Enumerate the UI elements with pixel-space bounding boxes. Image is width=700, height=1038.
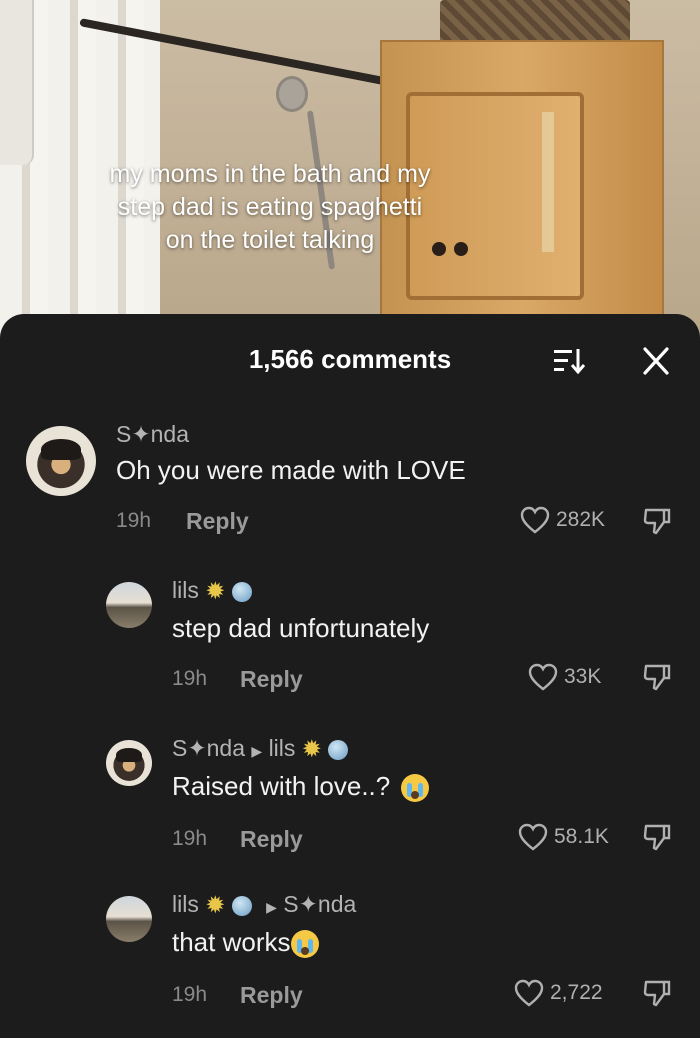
sort-icon[interactable]: [552, 346, 586, 376]
avatar[interactable]: [26, 426, 96, 496]
video-frame[interactable]: my moms in the bath and my step dad is e…: [0, 0, 700, 340]
caption-line: step dad is eating spaghetti: [117, 193, 423, 221]
reply-button[interactable]: Reply: [186, 508, 249, 534]
username-text: S✦nda: [172, 735, 245, 761]
dislike-icon[interactable]: [642, 978, 672, 1008]
comment-time: 19h: [172, 667, 208, 690]
heart-icon: [518, 823, 548, 851]
like-count: 58.1K: [554, 825, 609, 848]
reply-button[interactable]: Reply: [240, 982, 303, 1008]
comment-item: lils ✹ ▶ S✦nda that works 19h Reply 2,72…: [0, 890, 700, 1020]
like-count: 33K: [564, 665, 602, 688]
reply-button[interactable]: Reply: [240, 666, 303, 692]
heart-icon: [520, 506, 550, 534]
globe-emoji: [328, 739, 349, 760]
comment-username[interactable]: S✦nda: [116, 420, 189, 448]
like-button[interactable]: 58.1K: [518, 822, 609, 852]
avatar[interactable]: [106, 740, 152, 786]
sun-emoji: ✹: [205, 891, 226, 919]
comment-text: that works: [172, 926, 319, 959]
globe-emoji: [231, 895, 252, 916]
towel: [0, 0, 34, 165]
close-icon[interactable]: [640, 346, 672, 376]
sun-emoji: ✹: [301, 735, 322, 763]
comment-item: S✦nda Oh you were made with LOVE 19h Rep…: [0, 418, 700, 538]
comment-text-body: that works: [172, 927, 291, 957]
like-count: 2,722: [550, 981, 603, 1004]
comment-username[interactable]: S✦nda ▶ lils ✹: [172, 734, 349, 765]
like-button[interactable]: 282K: [520, 505, 605, 535]
comment-item: lils ✹ step dad unfortunately 19h Reply …: [0, 576, 700, 696]
reply-arrow-icon: ▶: [251, 743, 263, 759]
reply-to-username[interactable]: S✦nda: [283, 891, 356, 917]
heart-icon: [514, 979, 544, 1007]
comment-time: 19h: [172, 827, 208, 850]
like-count: 282K: [556, 508, 606, 531]
shower-head: [276, 76, 308, 112]
avatar[interactable]: [106, 896, 152, 942]
avatar[interactable]: [106, 582, 152, 628]
comment-text: step dad unfortunately: [172, 613, 430, 643]
like-button[interactable]: 2,722: [514, 978, 603, 1008]
comment-count: 1,566 comments: [248, 344, 452, 374]
comments-header: 1,566 comments: [0, 342, 700, 376]
reply-to-username[interactable]: lils: [269, 735, 296, 761]
comment-time: 19h: [172, 983, 208, 1006]
dislike-icon[interactable]: [642, 822, 672, 852]
dislike-icon[interactable]: [642, 662, 672, 692]
comment-item: S✦nda ▶ lils ✹ Raised with love..? 19h R…: [0, 734, 700, 854]
comment-text-body: Raised with love..?: [172, 771, 391, 801]
comment-username[interactable]: lils ✹: [172, 576, 252, 606]
dislike-icon[interactable]: [642, 506, 672, 536]
reply-button[interactable]: Reply: [240, 826, 303, 852]
sun-emoji: ✹: [205, 577, 226, 605]
comment-username[interactable]: lils ✹ ▶ S✦nda: [172, 890, 356, 921]
globe-emoji: [231, 581, 252, 602]
like-button[interactable]: 33K: [528, 662, 601, 692]
comments-sheet: 1,566 comments S✦nda Oh you were made wi…: [0, 314, 700, 1038]
username-text: lils: [172, 891, 199, 917]
comment-time: 19h: [116, 509, 152, 532]
crying-emoji: [290, 930, 319, 959]
caption-line: on the toilet talking: [165, 226, 375, 254]
reply-arrow-icon: ▶: [266, 899, 277, 915]
crying-emoji: [401, 774, 430, 803]
comment-text: Oh you were made with LOVE: [116, 455, 466, 485]
heart-icon: [528, 663, 558, 691]
comment-text: Raised with love..?: [172, 770, 430, 803]
caption-line: my moms in the bath and my: [109, 160, 431, 188]
video-caption: my moms in the bath and my step dad is e…: [30, 158, 510, 257]
username-text: lils: [172, 577, 199, 603]
